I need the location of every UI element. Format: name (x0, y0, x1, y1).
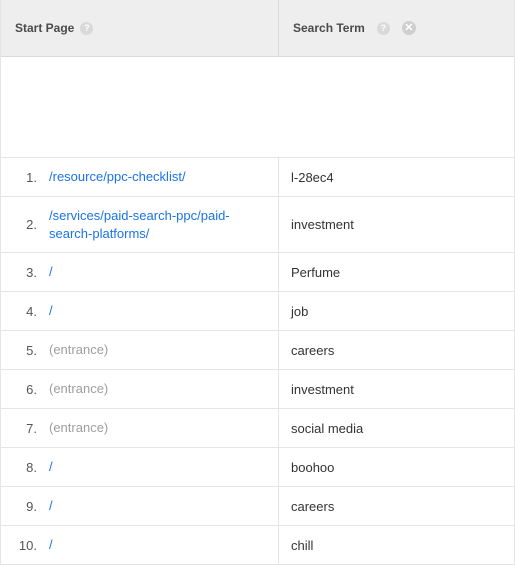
help-icon[interactable]: ? (80, 22, 93, 35)
row-index: 8. (1, 448, 41, 486)
start-page-entrance[interactable]: (entrance) (49, 341, 108, 359)
search-term-cell: social media (279, 409, 514, 447)
table-row: 7. (entrance) social media (1, 409, 514, 448)
row-index: 2. (1, 197, 41, 252)
row-index: 7. (1, 409, 41, 447)
start-page-cell: (entrance) (41, 370, 279, 408)
start-page-cell: / (41, 448, 279, 486)
start-page-link[interactable]: / (49, 263, 53, 281)
start-page-link[interactable]: /resource/ppc-checklist/ (49, 168, 186, 186)
column-header-search-term[interactable]: Search Term ? ✕ (279, 0, 514, 56)
table-row: 2./services/paid-search-ppc/paid-search-… (1, 197, 514, 253)
column-header-start-page[interactable]: Start Page ? (1, 0, 279, 56)
start-page-cell: / (41, 253, 279, 291)
table-row: 8. / boohoo (1, 448, 514, 487)
table-header-row: Start Page ? Search Term ? ✕ (1, 0, 514, 57)
search-term-cell: careers (279, 331, 514, 369)
table-row: 3. / Perfume (1, 253, 514, 292)
start-page-link[interactable]: / (49, 497, 53, 515)
row-index: 10. (1, 526, 41, 564)
search-term-cell: investment (279, 197, 514, 252)
row-index: 4. (1, 292, 41, 330)
search-term-cell: job (279, 292, 514, 330)
start-page-cell: / (41, 526, 279, 564)
search-term-cell: chill (279, 526, 514, 564)
start-page-cell: / (41, 487, 279, 525)
column-header-search-term-label: Search Term (293, 21, 365, 35)
report-table: Start Page ? Search Term ? ✕ 1. /resource… (0, 0, 515, 565)
row-index: 6. (1, 370, 41, 408)
search-term-cell: investment (279, 370, 514, 408)
start-page-cell: / (41, 292, 279, 330)
start-page-cell: (entrance) (41, 409, 279, 447)
table-row: 4. / job (1, 292, 514, 331)
start-page-cell: (entrance) (41, 331, 279, 369)
table-row: 6. (entrance) investment (1, 370, 514, 409)
table-row: 9. / careers (1, 487, 514, 526)
search-term-cell: careers (279, 487, 514, 525)
summary-spacer (1, 57, 514, 158)
start-page-link[interactable]: / (49, 458, 53, 476)
start-page-cell: /services/paid-search-ppc/paid-search-pl… (41, 197, 279, 252)
help-icon[interactable]: ? (377, 22, 390, 35)
remove-dimension-icon[interactable]: ✕ (402, 21, 416, 35)
row-index: 1. (1, 158, 41, 196)
start-page-link[interactable]: / (49, 302, 53, 320)
column-header-start-page-label: Start Page (15, 21, 74, 35)
table-row: 1. /resource/ppc-checklist/l-28ec4 (1, 158, 514, 197)
row-index: 3. (1, 253, 41, 291)
start-page-link[interactable]: / (49, 536, 53, 554)
search-term-cell: boohoo (279, 448, 514, 486)
row-index: 9. (1, 487, 41, 525)
table-body: 1./resource/ppc-checklist/l-28ec42./serv… (1, 158, 514, 565)
start-page-cell: /resource/ppc-checklist/ (41, 158, 279, 196)
start-page-link[interactable]: /services/paid-search-ppc/paid-search-pl… (49, 207, 266, 242)
search-term-cell: Perfume (279, 253, 514, 291)
row-index: 5. (1, 331, 41, 369)
table-row: 10. / chill (1, 526, 514, 565)
table-row: 5. (entrance) careers (1, 331, 514, 370)
start-page-entrance[interactable]: (entrance) (49, 419, 108, 437)
start-page-entrance[interactable]: (entrance) (49, 380, 108, 398)
search-term-cell: l-28ec4 (279, 158, 514, 196)
